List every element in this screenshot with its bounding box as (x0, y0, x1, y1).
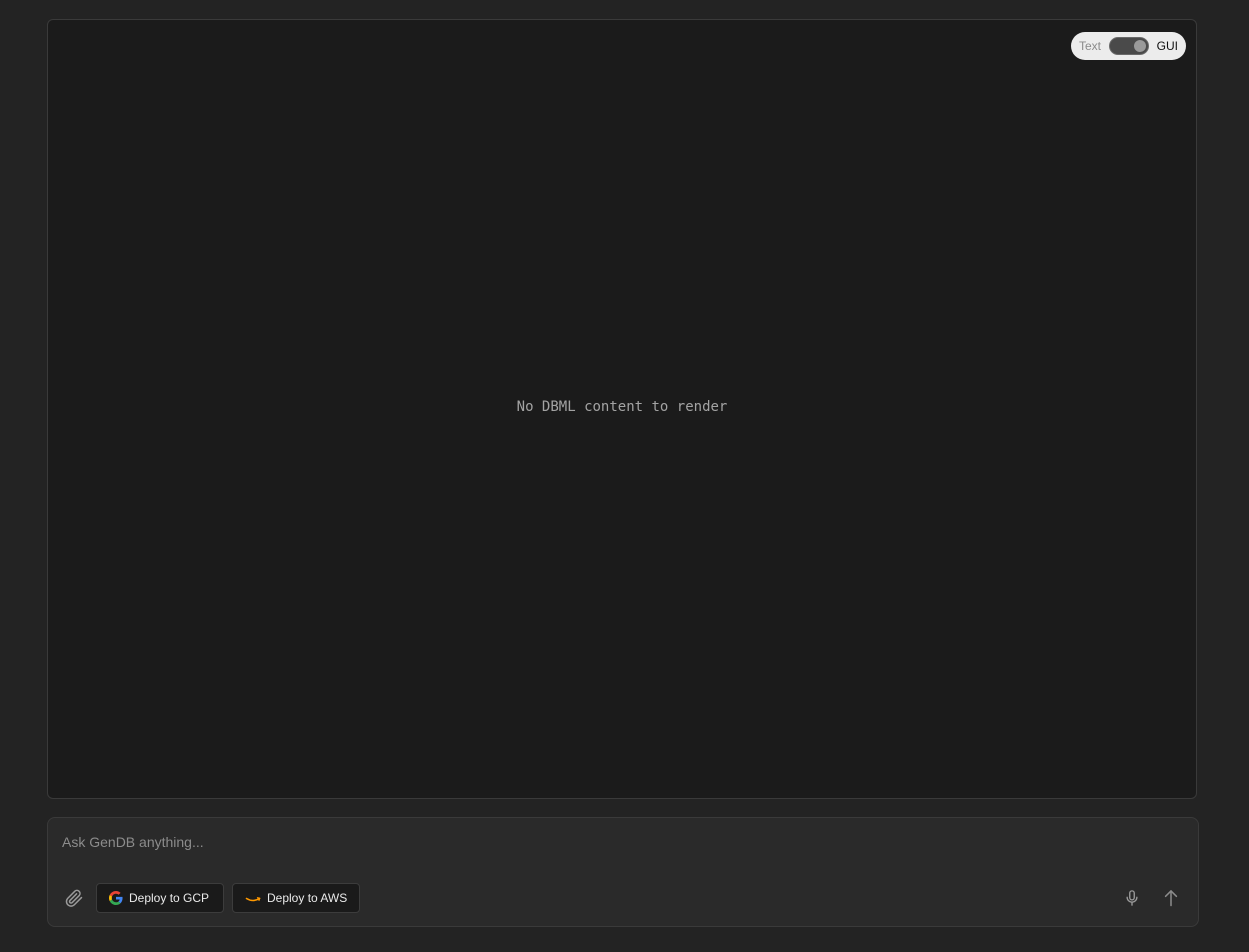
chat-composer: Deploy to GCP Deploy to AWS (47, 817, 1199, 927)
chat-input[interactable] (62, 830, 1162, 854)
toggle-switch-thumb (1133, 40, 1146, 52)
google-logo-icon (109, 891, 123, 905)
toggle-switch[interactable] (1109, 37, 1149, 55)
toggle-text-label[interactable]: Text (1079, 39, 1101, 53)
amazon-logo-icon (245, 891, 261, 905)
view-mode-toggle[interactable]: Text GUI (1071, 32, 1186, 60)
empty-state-message: No DBML content to render (516, 399, 728, 415)
microphone-icon[interactable] (1122, 888, 1142, 908)
arrow-up-icon[interactable] (1160, 887, 1182, 909)
deploy-aws-label: Deploy to AWS (267, 891, 348, 905)
toggle-gui-label[interactable]: GUI (1157, 39, 1178, 53)
paperclip-icon[interactable] (64, 888, 84, 908)
deploy-aws-button[interactable]: Deploy to AWS (232, 883, 360, 913)
deploy-gcp-button[interactable]: Deploy to GCP (96, 883, 224, 913)
deploy-gcp-label: Deploy to GCP (129, 891, 210, 905)
